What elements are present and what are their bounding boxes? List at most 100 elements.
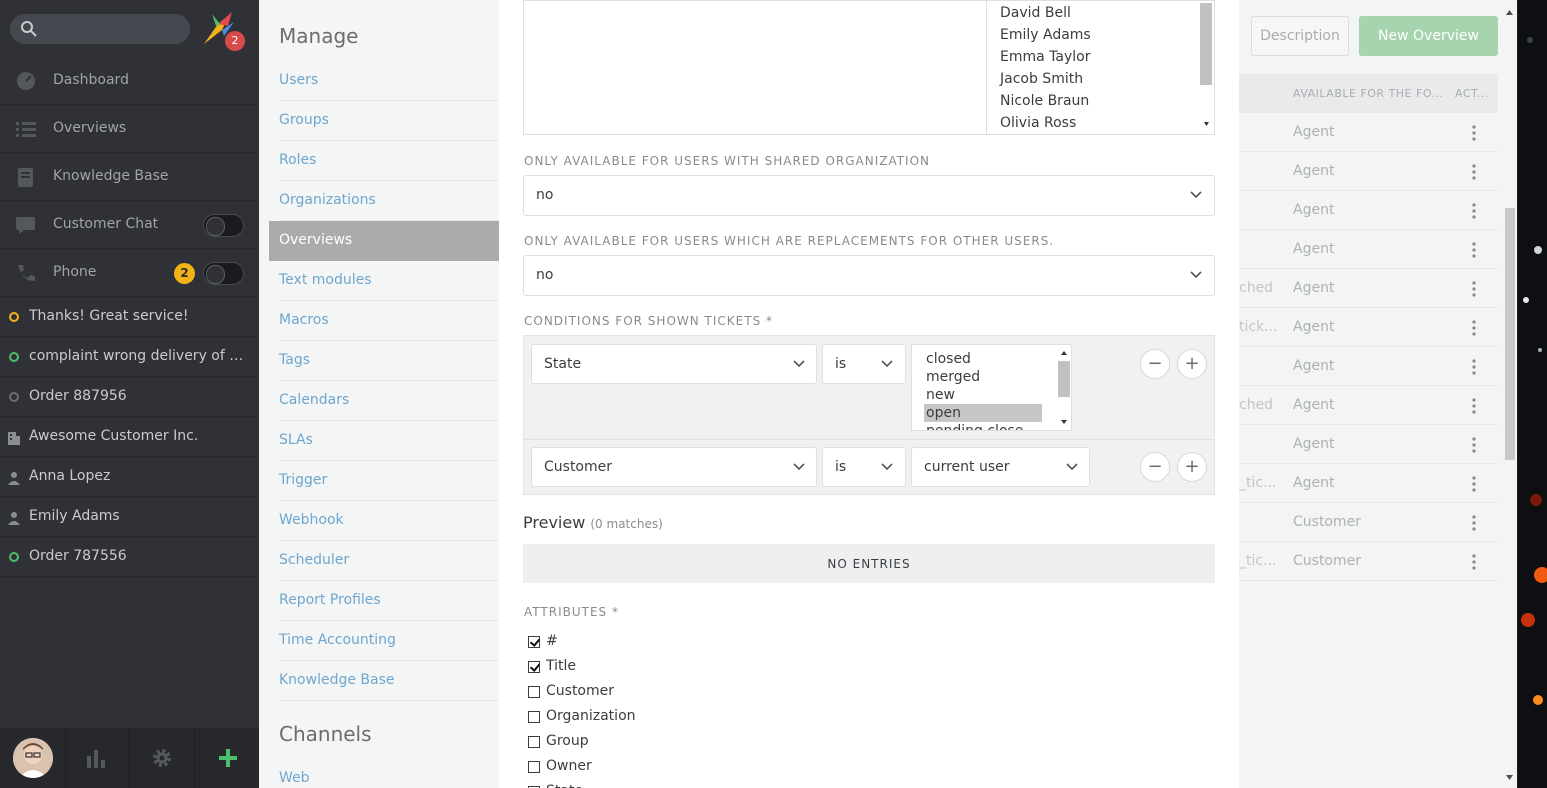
more-actions-icon[interactable] [1472, 281, 1476, 297]
manage-item-scheduler[interactable]: Scheduler [279, 541, 499, 581]
more-actions-icon[interactable] [1472, 359, 1476, 375]
scrollbar-thumb[interactable] [1200, 3, 1212, 85]
table-row[interactable]: ched Agent [1239, 386, 1498, 425]
manage-item-overviews[interactable]: Overviews [269, 221, 499, 261]
more-actions-icon[interactable] [1472, 437, 1476, 453]
table-row[interactable]: Agent [1239, 191, 1498, 230]
more-actions-icon[interactable] [1472, 125, 1476, 141]
nav-item-overviews[interactable]: Overviews [0, 105, 259, 153]
manage-item-time-accounting[interactable]: Time Accounting [279, 621, 499, 661]
page-scrollbar[interactable] [1502, 0, 1517, 788]
reporting-button[interactable] [63, 728, 129, 788]
condition-state-multiselect[interactable]: closed merged new open pending close [911, 344, 1072, 431]
condition-operator-select[interactable]: is [822, 344, 906, 384]
task-item[interactable]: Order 887956 [0, 377, 259, 417]
phone-availability-toggle[interactable] [203, 262, 244, 285]
checkbox[interactable] [528, 761, 540, 773]
description-button[interactable]: Description [1251, 16, 1349, 56]
task-item[interactable]: Thanks! Great service! [0, 297, 259, 337]
task-item[interactable]: Order 787556 [0, 537, 259, 577]
condition-value-select[interactable]: current user [911, 447, 1090, 487]
channels-item-web[interactable]: Web [279, 759, 499, 788]
checkbox[interactable] [528, 686, 540, 698]
condition-operator-select[interactable]: is [822, 447, 906, 487]
replacements-select[interactable]: no [523, 255, 1215, 296]
settings-button[interactable] [129, 728, 195, 788]
table-row[interactable]: ched Agent [1239, 269, 1498, 308]
checkbox[interactable] [528, 736, 540, 748]
manage-item-users[interactable]: Users [279, 61, 499, 101]
manage-item-slas[interactable]: SLAs [279, 421, 499, 461]
add-condition-button[interactable]: + [1177, 349, 1207, 379]
table-row[interactable]: Agent [1239, 113, 1498, 152]
user-option[interactable]: Jacob Smith [1000, 71, 1083, 87]
manage-item-webhook[interactable]: Webhook [279, 501, 499, 541]
shared-organization-select[interactable]: no [523, 175, 1215, 216]
nav-item-customer-chat[interactable]: Customer Chat [0, 201, 259, 249]
table-row[interactable]: Agent [1239, 425, 1498, 464]
more-actions-icon[interactable] [1472, 398, 1476, 414]
app-logo[interactable]: 2 [198, 10, 246, 51]
column-header-available[interactable]: AVAILABLE FOR THE FO... [1293, 87, 1444, 100]
remove-condition-button[interactable]: − [1140, 452, 1170, 482]
state-option-pending-close[interactable]: pending close [924, 422, 1042, 430]
manage-item-trigger[interactable]: Trigger [279, 461, 499, 501]
table-row[interactable]: Agent [1239, 152, 1498, 191]
manage-item-macros[interactable]: Macros [279, 301, 499, 341]
checkbox[interactable] [528, 661, 540, 673]
table-row[interactable]: Agent [1239, 347, 1498, 386]
remove-condition-button[interactable]: − [1140, 349, 1170, 379]
user-avatar-button[interactable] [0, 728, 66, 788]
table-row[interactable]: _tic... Customer [1239, 542, 1498, 581]
global-search[interactable] [10, 14, 190, 44]
condition-attribute-select[interactable]: State [531, 344, 817, 384]
more-actions-icon[interactable] [1472, 320, 1476, 336]
state-option-new[interactable]: new [924, 386, 1042, 404]
user-option[interactable]: Olivia Ross [1000, 115, 1076, 131]
task-item[interactable]: complaint wrong delivery of order 98... [0, 337, 259, 377]
chat-availability-toggle[interactable] [203, 214, 244, 237]
table-row[interactable]: tick... Agent [1239, 308, 1498, 347]
state-option-closed[interactable]: closed [924, 350, 1042, 368]
more-actions-icon[interactable] [1472, 164, 1476, 180]
table-row[interactable]: Agent [1239, 230, 1498, 269]
user-option[interactable]: Nicole Braun [1000, 93, 1089, 109]
state-option-open[interactable]: open [924, 404, 1042, 422]
scrollbar-thumb[interactable] [1058, 361, 1070, 397]
more-actions-icon[interactable] [1472, 242, 1476, 258]
add-condition-button[interactable]: + [1177, 452, 1207, 482]
manage-item-text-modules[interactable]: Text modules [279, 261, 499, 301]
table-row[interactable]: Customer [1239, 503, 1498, 542]
scrollbar-thumb[interactable] [1505, 208, 1515, 460]
nav-item-dashboard[interactable]: Dashboard [0, 57, 259, 105]
manage-item-groups[interactable]: Groups [279, 101, 499, 141]
more-actions-icon[interactable] [1472, 476, 1476, 492]
more-actions-icon[interactable] [1472, 515, 1476, 531]
manage-item-roles[interactable]: Roles [279, 141, 499, 181]
more-actions-icon[interactable] [1472, 203, 1476, 219]
create-new-button[interactable] [195, 728, 261, 788]
users-list-scrollbar[interactable] [1199, 1, 1214, 135]
task-item[interactable]: Emily Adams [0, 497, 259, 537]
manage-item-knowledge-base[interactable]: Knowledge Base [279, 661, 499, 701]
user-option[interactable]: Emily Adams [1000, 27, 1091, 43]
user-option[interactable]: David Bell [1000, 5, 1071, 21]
task-item[interactable]: Awesome Customer Inc. [0, 417, 259, 457]
checkbox[interactable] [528, 636, 540, 648]
state-option-merged[interactable]: merged [924, 368, 1042, 386]
new-overview-button[interactable]: New Overview [1359, 16, 1498, 56]
manage-item-calendars[interactable]: Calendars [279, 381, 499, 421]
manage-item-report-profiles[interactable]: Report Profiles [279, 581, 499, 621]
nav-item-knowledge-base[interactable]: Knowledge Base [0, 153, 259, 201]
task-item[interactable]: Anna Lopez [0, 457, 259, 497]
manage-item-organizations[interactable]: Organizations [279, 181, 499, 221]
state-list-scrollbar[interactable] [1056, 345, 1071, 430]
user-option[interactable]: Emma Taylor [1000, 49, 1090, 65]
table-row[interactable]: _tic... Agent [1239, 464, 1498, 503]
nav-item-phone[interactable]: Phone 2 [0, 249, 259, 297]
condition-attribute-select[interactable]: Customer [531, 447, 817, 487]
checkbox[interactable] [528, 711, 540, 723]
manage-item-tags[interactable]: Tags [279, 341, 499, 381]
column-header-actions[interactable]: ACT... [1455, 87, 1489, 100]
more-actions-icon[interactable] [1472, 554, 1476, 570]
